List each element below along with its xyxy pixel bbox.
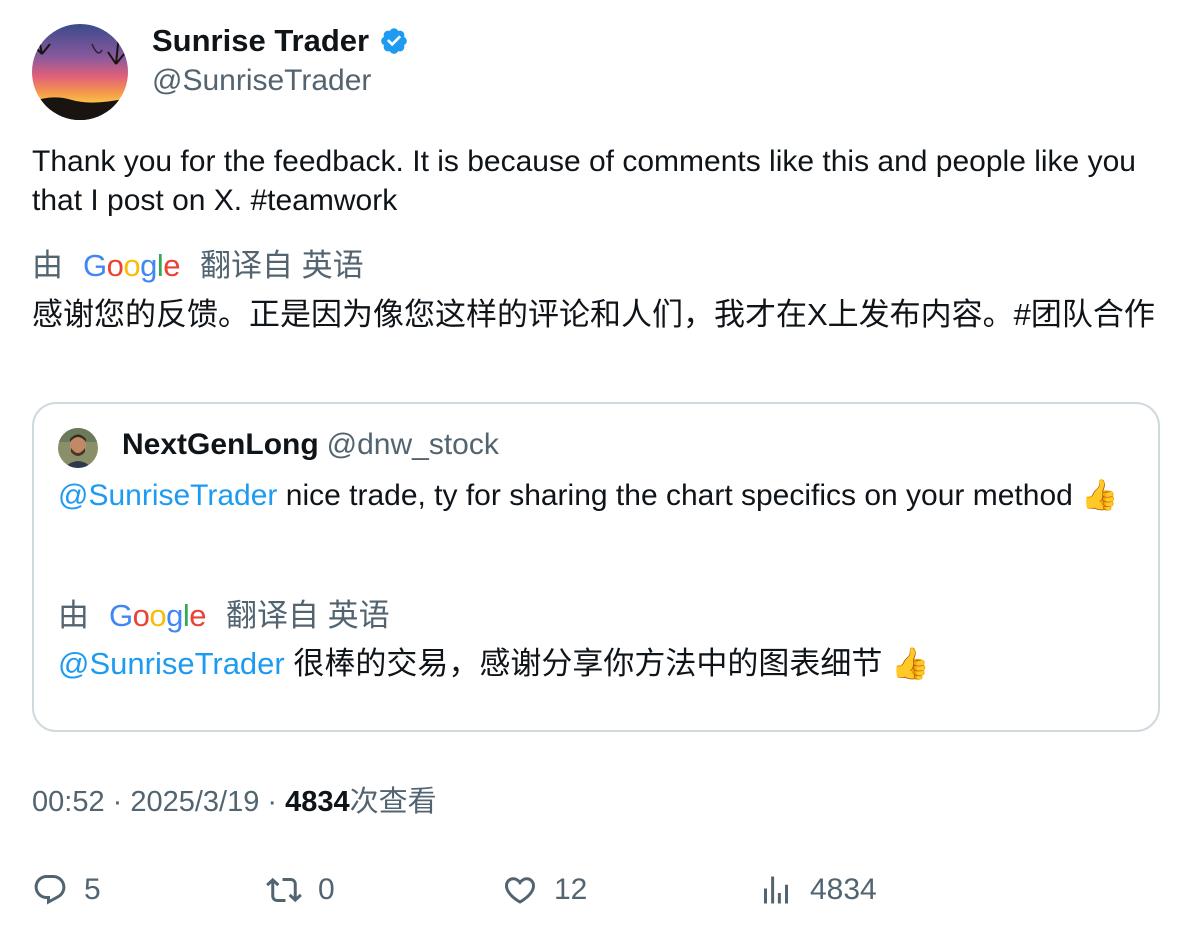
google-logo-icon[interactable]: Google — [83, 246, 181, 286]
quoted-translation-suffix: 翻译自 英语 — [226, 598, 390, 633]
views-action-count: 4834 — [810, 873, 877, 906]
tweet-body: Thank you for the feedback. It is becaus… — [32, 145, 1136, 217]
reply-count: 5 — [84, 873, 101, 906]
heart-icon — [504, 877, 536, 904]
quoted-body: nice trade, ty for sharing the chart spe… — [277, 479, 1119, 512]
quoted-text: @SunriseTrader nice trade, ty for sharin… — [58, 476, 1138, 515]
tweet-text: Thank you for the feedback. It is becaus… — [32, 142, 1172, 220]
quoted-translated-text: @SunriseTrader 很棒的交易，感谢分享你方法中的图表细节 👍 — [58, 644, 1138, 684]
quoted-author-name[interactable]: NextGenLong — [122, 428, 319, 461]
views-button[interactable]: 4834 — [758, 868, 877, 912]
sunset-avatar-image — [32, 24, 128, 120]
quoted-author-handle[interactable]: @dnw_stock — [327, 428, 499, 461]
like-button[interactable]: 12 — [502, 868, 587, 912]
quoted-avatar[interactable] — [58, 428, 98, 468]
author-name[interactable]: Sunrise Trader — [152, 22, 409, 60]
mention-link[interactable]: @SunriseTrader — [58, 479, 277, 512]
meta-separator: · — [104, 786, 131, 818]
like-count: 12 — [554, 873, 588, 906]
repost-count: 0 — [318, 873, 335, 906]
tweet-date[interactable]: 2025/3/19 — [130, 786, 259, 818]
quoted-translated-body: 很棒的交易，感谢分享你方法中的图表细节 👍 — [284, 646, 930, 681]
author-name-text: Sunrise Trader — [152, 23, 370, 58]
quoted-author: NextGenLong @dnw_stock — [122, 426, 499, 464]
tweet-time[interactable]: 00:52 — [32, 786, 105, 818]
translation-attribution: 由 Google 翻译自 英语 — [32, 246, 364, 286]
quoted-translation-prefix: 由 — [58, 598, 89, 633]
quoted-translated-mention[interactable]: @SunriseTrader — [58, 646, 285, 681]
translation-prefix: 由 — [32, 248, 63, 283]
meta-separator: · — [259, 786, 286, 818]
reply-button[interactable]: 5 — [32, 868, 101, 912]
translated-text: 感谢您的反馈。正是因为像您这样的评论和人们，我才在X上发布内容。#团队合作 — [32, 297, 1155, 332]
tweet-meta: 00:52 · 2025/3/19 · 4834次查看 — [32, 782, 437, 822]
analytics-icon — [764, 876, 788, 904]
repost-button[interactable]: 0 — [266, 868, 335, 912]
author-avatar[interactable] — [32, 24, 128, 120]
quoted-tweet-card[interactable]: NextGenLong @dnw_stock @SunriseTrader nic… — [32, 402, 1160, 732]
verified-badge-icon — [379, 26, 409, 56]
person-avatar-image — [58, 428, 98, 468]
repost-icon — [266, 877, 302, 903]
hashtag-link[interactable]: #teamwork — [250, 184, 397, 217]
views-count: 4834 — [285, 786, 350, 818]
quoted-translation-attribution: 由 Google 翻译自 英语 — [58, 596, 390, 636]
views-label: 次查看 — [349, 786, 437, 818]
translation-suffix: 翻译自 英语 — [200, 248, 364, 283]
author-handle[interactable]: @SunriseTrader — [152, 62, 371, 100]
reply-icon — [34, 875, 66, 905]
google-logo-icon[interactable]: Google — [109, 596, 207, 636]
